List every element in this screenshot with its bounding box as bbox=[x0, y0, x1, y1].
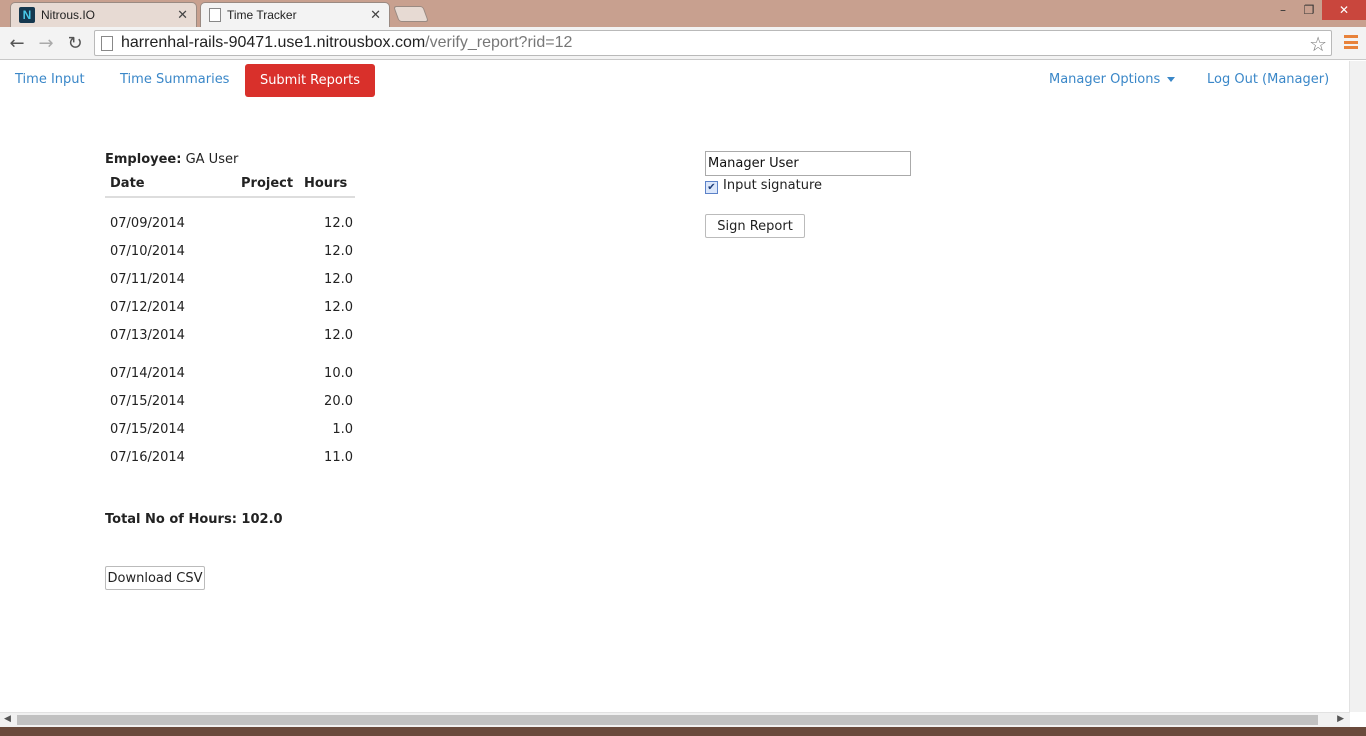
row-date: 07/13/2014 bbox=[110, 328, 185, 343]
employee-name: GA User bbox=[185, 152, 239, 167]
browser-titlebar: N Nitrous.IO ✕ Time Tracker ✕ – ❐ ✕ bbox=[0, 0, 1366, 27]
address-bar[interactable]: harrenhal-rails-90471.use1.nitrousbox.co… bbox=[94, 30, 1332, 56]
employee-line: Employee: GA User bbox=[105, 152, 238, 167]
table-row: 07/15/2014 1.0 bbox=[105, 422, 355, 442]
back-arrow-icon[interactable]: ← bbox=[5, 31, 29, 55]
tab-close-icon[interactable]: ✕ bbox=[370, 7, 381, 23]
row-hours: 11.0 bbox=[324, 450, 353, 465]
restore-icon[interactable]: ❐ bbox=[1296, 0, 1322, 20]
table-row: 07/11/2014 12.0 bbox=[105, 272, 355, 292]
manager-options-label: Manager Options bbox=[1049, 72, 1161, 87]
row-hours: 12.0 bbox=[324, 244, 353, 259]
table-row: 07/15/2014 20.0 bbox=[105, 394, 355, 414]
row-date: 07/14/2014 bbox=[110, 366, 185, 381]
horizontal-scrollbar[interactable]: ◀ ▶ bbox=[0, 712, 1350, 727]
row-hours: 12.0 bbox=[324, 300, 353, 315]
row-hours: 20.0 bbox=[324, 394, 353, 409]
row-date: 07/16/2014 bbox=[110, 450, 185, 465]
tab-time-tracker[interactable]: Time Tracker ✕ bbox=[200, 2, 390, 27]
window-close-icon[interactable]: ✕ bbox=[1322, 0, 1366, 20]
col-hours: Hours bbox=[304, 176, 348, 191]
table-row: 07/14/2014 10.0 bbox=[105, 366, 355, 386]
employee-label: Employee: bbox=[105, 152, 182, 167]
input-signature-checkbox[interactable]: ✔ bbox=[705, 181, 718, 194]
table-header: Date Project Hours bbox=[105, 174, 355, 198]
page-icon bbox=[101, 35, 113, 51]
nitrous-favicon-icon: N bbox=[19, 7, 35, 23]
tab-title: Time Tracker bbox=[227, 8, 297, 22]
nav-time-summaries[interactable]: Time Summaries bbox=[120, 72, 229, 87]
download-csv-button[interactable]: Download CSV bbox=[105, 566, 205, 590]
window-controls: – ❐ ✕ bbox=[1270, 0, 1366, 20]
url-path: /verify_report?rid=12 bbox=[425, 34, 573, 51]
input-signature-label: Input signature bbox=[723, 178, 823, 193]
total-hours: Total No of Hours: 102.0 bbox=[105, 512, 283, 527]
scroll-left-icon[interactable]: ◀ bbox=[4, 714, 11, 724]
table-row: 07/16/2014 11.0 bbox=[105, 450, 355, 470]
bookmark-star-icon[interactable]: ☆ bbox=[1309, 32, 1327, 57]
minimize-icon[interactable]: – bbox=[1270, 0, 1296, 20]
nav-manager-options[interactable]: Manager Options bbox=[1049, 72, 1176, 87]
caret-down-icon bbox=[1167, 77, 1176, 82]
document-favicon-icon bbox=[209, 8, 221, 22]
row-date: 07/09/2014 bbox=[110, 216, 185, 231]
app-navbar: Time Input Time Summaries Submit Reports… bbox=[0, 61, 1350, 99]
row-hours: 1.0 bbox=[332, 422, 353, 437]
row-date: 07/11/2014 bbox=[110, 272, 185, 287]
nav-time-input[interactable]: Time Input bbox=[15, 72, 85, 87]
tab-nitrous[interactable]: N Nitrous.IO ✕ bbox=[10, 2, 197, 27]
scroll-right-icon[interactable]: ▶ bbox=[1337, 714, 1344, 724]
nav-submit-reports[interactable]: Submit Reports bbox=[245, 64, 375, 97]
row-date: 07/15/2014 bbox=[110, 394, 185, 409]
vertical-scrollbar[interactable] bbox=[1349, 61, 1366, 712]
row-hours: 10.0 bbox=[324, 366, 353, 381]
table-row: 07/10/2014 12.0 bbox=[105, 244, 355, 264]
row-hours: 12.0 bbox=[324, 216, 353, 231]
report-table: Date Project Hours 07/09/2014 12.0 07/10/… bbox=[105, 174, 355, 465]
browser-toolbar: ← → ↻ harrenhal-rails-90471.use1.nitrous… bbox=[0, 27, 1366, 60]
table-row: 07/09/2014 12.0 bbox=[105, 216, 355, 236]
chrome-menu-icon[interactable] bbox=[1344, 35, 1358, 49]
row-date: 07/15/2014 bbox=[110, 422, 185, 437]
reload-icon[interactable]: ↻ bbox=[63, 31, 87, 55]
scrollbar-thumb[interactable] bbox=[17, 715, 1318, 725]
os-taskbar bbox=[0, 727, 1366, 736]
row-hours: 12.0 bbox=[324, 272, 353, 287]
tab-title: Nitrous.IO bbox=[41, 8, 96, 22]
row-hours: 12.0 bbox=[324, 328, 353, 343]
sign-report-button[interactable]: Sign Report bbox=[705, 214, 805, 238]
new-tab-button[interactable] bbox=[393, 6, 429, 22]
table-row: 07/13/2014 12.0 bbox=[105, 328, 355, 348]
table-row: 07/12/2014 12.0 bbox=[105, 300, 355, 320]
row-date: 07/10/2014 bbox=[110, 244, 185, 259]
signature-input[interactable] bbox=[705, 151, 911, 176]
forward-arrow-icon[interactable]: → bbox=[34, 31, 58, 55]
url-host: harrenhal-rails-90471.use1.nitrousbox.co… bbox=[121, 34, 426, 51]
col-project: Project bbox=[241, 176, 294, 191]
nav-logout[interactable]: Log Out (Manager) bbox=[1207, 72, 1329, 87]
row-date: 07/12/2014 bbox=[110, 300, 185, 315]
tab-close-icon[interactable]: ✕ bbox=[177, 7, 188, 23]
col-date: Date bbox=[110, 176, 145, 191]
